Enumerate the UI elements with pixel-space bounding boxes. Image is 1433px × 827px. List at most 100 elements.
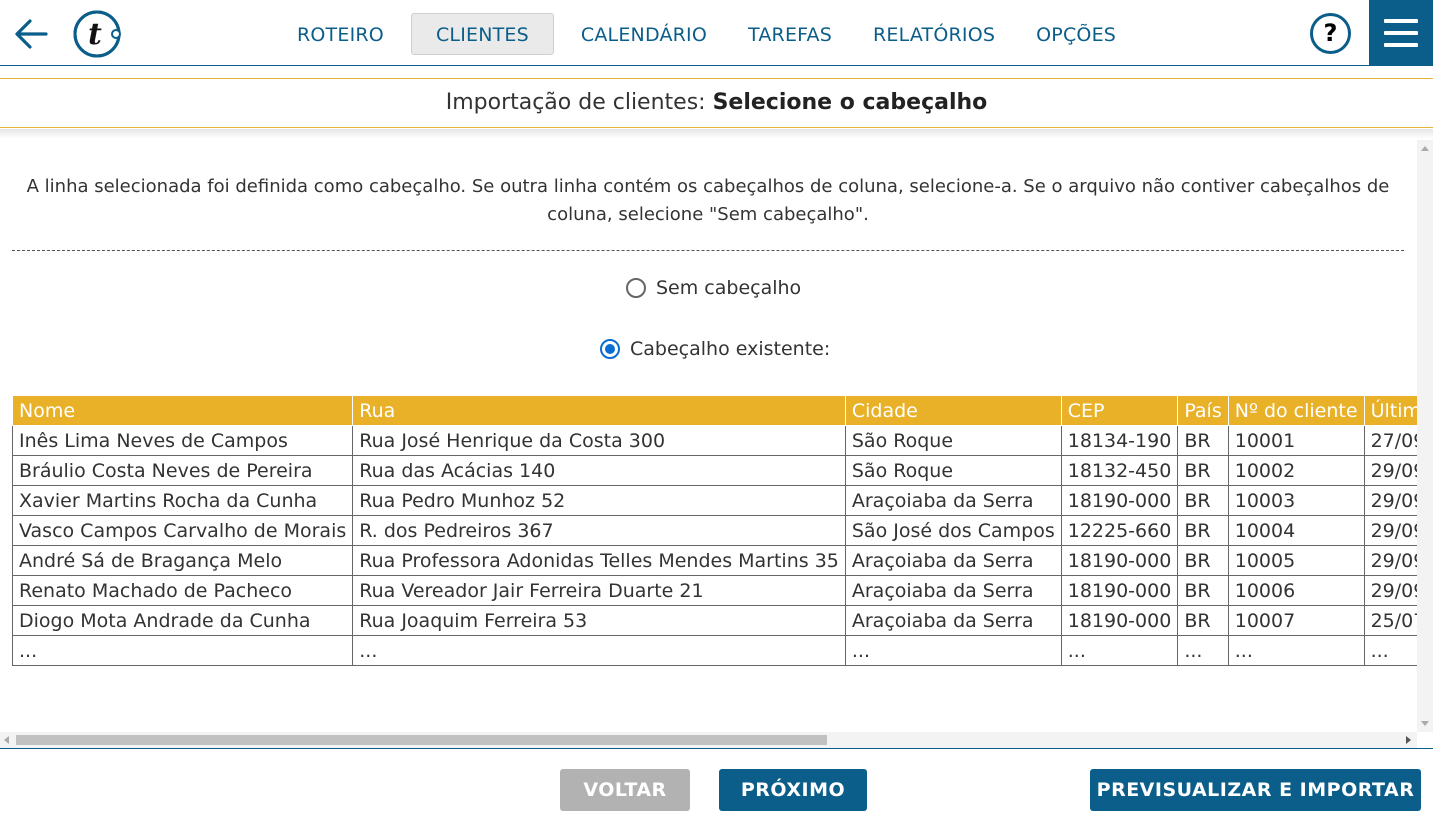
radio-no-header[interactable]: Sem cabeçalho <box>626 274 801 302</box>
vertical-scrollbar[interactable] <box>1417 140 1433 732</box>
table-cell: São Roque <box>844 455 1062 486</box>
radio-existing-header[interactable]: Cabeçalho existente: <box>600 335 830 363</box>
table-row[interactable]: Diogo Mota Andrade da Cunha Rua Joaquim F… <box>12 605 1417 636</box>
table-cell: 10001 <box>1227 425 1365 456</box>
nav-relatorios[interactable]: RELATÓRIOS <box>859 13 1009 55</box>
help-icon[interactable]: ? <box>1310 13 1351 54</box>
page-title-step: Selecione o cabeçalho <box>712 90 988 115</box>
table-cell: São José dos Campos <box>844 515 1062 546</box>
table-cell: 18190-000 <box>1060 485 1179 516</box>
nav-clientes[interactable]: CLIENTES <box>410 13 554 55</box>
scroll-right-icon[interactable] <box>1406 736 1411 744</box>
nav-tarefas[interactable]: TAREFAS <box>734 13 846 55</box>
table-cell: Rua Pedro Munhoz 52 <box>352 485 846 516</box>
dashed-divider <box>12 250 1404 251</box>
table-cell: 10007 <box>1227 605 1365 636</box>
table-cell: ... <box>1227 635 1365 666</box>
svg-text:t: t <box>88 17 102 52</box>
table-cell: Inês Lima Neves de Campos <box>12 425 354 456</box>
table-cell: Rua Professora Adonidas Telles Mendes Ma… <box>352 545 846 576</box>
table-cell: Renato Machado de Pacheco <box>12 575 354 606</box>
table-cell: ... <box>352 635 846 666</box>
table-cell: André Sá de Bragança Melo <box>12 545 354 576</box>
intro-text: A linha selecionada foi definida como ca… <box>26 176 1390 225</box>
table-cell: Rua José Henrique da Costa 300 <box>352 425 846 456</box>
table-cell: 12225-660 <box>1060 515 1179 546</box>
table-cell: 18134-190 <box>1060 425 1179 456</box>
table-cell: 18190-000 <box>1060 605 1179 636</box>
table-cell: R. dos Pedreiros 367 <box>352 515 846 546</box>
horizontal-scroll-thumb[interactable] <box>16 735 827 745</box>
table-cell: BR <box>1177 605 1229 636</box>
table-cell: Xavier Martins Rocha da Cunha <box>12 485 354 516</box>
nav-roteiro[interactable]: ROTEIRO <box>283 13 398 55</box>
table-cell: BR <box>1177 515 1229 546</box>
table-cell: Araçoiaba da Serra <box>844 545 1062 576</box>
table-row[interactable]: Inês Lima Neves de Campos Rua José Henriq… <box>12 425 1417 456</box>
table-cell: 10002 <box>1227 455 1365 486</box>
table-cell: Diogo Mota Andrade da Cunha <box>12 605 354 636</box>
column-header: País <box>1177 395 1229 426</box>
horizontal-scrollbar[interactable] <box>0 732 1417 748</box>
back-button[interactable]: VOLTAR <box>560 769 690 811</box>
table-cell: 29/09/2 <box>1363 455 1417 486</box>
page-title: Importação de clientes: Selecione o cabe… <box>0 78 1433 128</box>
column-header: Nome <box>12 395 354 426</box>
table-row[interactable]: Bráulio Costa Neves de Pereira Rua das Ac… <box>12 455 1417 486</box>
column-header: Cidade <box>844 395 1062 426</box>
table-cell: Vasco Campos Carvalho de Morais <box>12 515 354 546</box>
table-row[interactable]: Vasco Campos Carvalho de Morais R. dos Pe… <box>12 515 1417 546</box>
table-cell: Rua das Acácias 140 <box>352 455 846 486</box>
preview-import-button[interactable]: PREVISUALIZAR E IMPORTAR <box>1090 769 1421 811</box>
table-cell: 10006 <box>1227 575 1365 606</box>
table-cell: 18190-000 <box>1060 575 1179 606</box>
table-cell: 29/09/2 <box>1363 545 1417 576</box>
table-row[interactable]: André Sá de Bragança Melo Rua Professora … <box>12 545 1417 576</box>
table-cell: ... <box>1177 635 1229 666</box>
table-cell: Rua Vereador Jair Ferreira Duarte 21 <box>352 575 846 606</box>
table-row[interactable]: Xavier Martins Rocha da Cunha Rua Pedro M… <box>12 485 1417 516</box>
table-cell: Araçoiaba da Serra <box>844 485 1062 516</box>
column-header: Rua <box>352 395 846 426</box>
table-cell: BR <box>1177 425 1229 456</box>
content-area: A linha selecionada foi definida como ca… <box>0 140 1417 732</box>
table-cell: Bráulio Costa Neves de Pereira <box>12 455 354 486</box>
table-cell: 29/09/2 <box>1363 515 1417 546</box>
radio-existing-header-control[interactable] <box>600 339 620 359</box>
radio-no-header-label: Sem cabeçalho <box>656 277 802 299</box>
page-title-prefix: Importação de clientes: <box>445 90 713 115</box>
hamburger-menu-icon[interactable] <box>1369 0 1433 66</box>
table-cell: 27/09/2 <box>1363 425 1417 456</box>
column-header: Nº do cliente <box>1227 395 1365 426</box>
radio-existing-header-label: Cabeçalho existente: <box>630 338 831 360</box>
back-arrow-icon[interactable] <box>12 14 52 54</box>
table-cell: 10003 <box>1227 485 1365 516</box>
column-header: Último <box>1363 395 1417 426</box>
app-logo-icon: t <box>72 9 122 59</box>
next-button[interactable]: PRÓXIMO <box>719 769 867 811</box>
nav-calendario[interactable]: CALENDÁRIO <box>567 13 721 55</box>
table-cell: São Roque <box>844 425 1062 456</box>
table-cell: 25/07/2 <box>1363 605 1417 636</box>
table-cell: 29/09/2 <box>1363 485 1417 516</box>
preview-table-container: Nome Rua Cidade CEP País Nº do cliente Ú… <box>12 395 1417 666</box>
table-header-row[interactable]: Nome Rua Cidade CEP País Nº do cliente Ú… <box>12 395 1417 426</box>
radio-no-header-control[interactable] <box>626 278 646 298</box>
table-cell: BR <box>1177 485 1229 516</box>
scroll-left-icon[interactable] <box>4 736 9 744</box>
main-nav: ROTEIRO CLIENTES CALENDÁRIO TAREFAS RELA… <box>283 13 1143 55</box>
table-cell: ... <box>1363 635 1417 666</box>
preview-table: Nome Rua Cidade CEP País Nº do cliente Ú… <box>12 395 1417 666</box>
table-row[interactable]: ..................... <box>12 635 1417 666</box>
scroll-up-icon[interactable] <box>1421 146 1429 151</box>
table-cell: 29/09/2 <box>1363 575 1417 606</box>
column-header: CEP <box>1060 395 1179 426</box>
nav-opcoes[interactable]: OPÇÕES <box>1022 13 1130 55</box>
scroll-down-icon[interactable] <box>1421 721 1429 726</box>
table-row[interactable]: Renato Machado de Pacheco Rua Vereador Ja… <box>12 575 1417 606</box>
table-cell: ... <box>12 635 354 666</box>
table-cell: 18190-000 <box>1060 545 1179 576</box>
table-cell: Araçoiaba da Serra <box>844 605 1062 636</box>
title-shadow <box>0 129 1433 139</box>
table-cell: BR <box>1177 575 1229 606</box>
